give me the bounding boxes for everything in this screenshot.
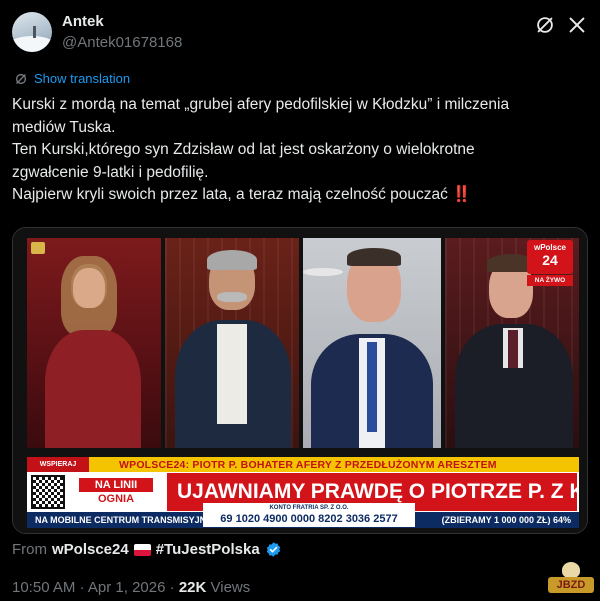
tweet-line: Kurski z mordą na temat „grubej afery pe… [12, 96, 510, 113]
source-name-link[interactable]: wPolsce24 [52, 541, 129, 558]
live-badge: NA ŻYWO [527, 275, 573, 286]
channel-corner-logo [31, 242, 45, 254]
program-name-line-2: OGNIA [79, 492, 153, 506]
source-from-label: From [12, 541, 47, 558]
author-avatar[interactable] [12, 12, 52, 52]
support-label: WSPIERAJ wPolsce24 [27, 457, 89, 483]
wpolsce24-logo: wPolsce 24 [527, 240, 573, 274]
tweet-date[interactable]: Apr 1, 2026 [88, 579, 166, 596]
show-translation-label[interactable]: Show translation [34, 71, 130, 86]
poland-flag-icon [133, 543, 151, 556]
source-hashtag-link[interactable]: #TuJestPolska [156, 541, 260, 558]
video-panel-host [27, 238, 161, 448]
program-name-line-1: NA LINII [79, 478, 153, 492]
tweet-line: Ten Kurski,którego syn Zdzisław od lat j… [12, 141, 475, 158]
tweet-header: Antek @Antek01678168 [12, 12, 588, 56]
verified-badge-icon [266, 542, 280, 557]
grok-icon[interactable] [534, 14, 556, 36]
views-label: Views [210, 579, 251, 596]
views-count: 22K [178, 579, 207, 596]
jbzd-watermark: JBZD [548, 562, 594, 596]
account-number: 69 1020 4900 0000 8202 3036 2577 [220, 513, 398, 525]
tweet-line: zgwałcenie 9-latki i pedofilię. [12, 163, 209, 181]
skull-icon [562, 562, 580, 578]
author-display-name[interactable]: Antek [62, 13, 104, 30]
ticker-bottom-bar: NA MOBILNE CENTRUM TRANSMISYJNE KONTO FR… [27, 503, 579, 528]
tv-screenshot: wPolsce 24 NA ŻYWO WSPIERAJ wPolsce24 WP… [13, 228, 587, 533]
bank-account-box: KONTO FRATRIA SP. Z O.O. 69 1020 4900 00… [203, 503, 415, 527]
meta-separator: · [169, 579, 179, 596]
brand-line-2: 24 [542, 252, 558, 268]
tweet-line: Najpierw kryli swoich przez lata, a tera… [12, 184, 592, 207]
mobile-center-text: NA MOBILNE CENTRUM TRANSMISYJNE [35, 515, 213, 525]
tweet-line-text: Najpierw kryli swoich przez lata, a tera… [12, 186, 448, 203]
fundraising-status: (ZBIERAMY 1 000 000 ZŁ) 64% [441, 515, 571, 525]
video-panel-guest-1 [165, 238, 299, 448]
program-logo: NA LINII OGNIA [73, 475, 159, 509]
ticker-headline: WPOLSCE24: PIOTR P. BOHATER AFERY Z PRZE… [119, 458, 497, 471]
qr-code-icon [31, 475, 65, 509]
meta-separator: · [79, 579, 88, 596]
source-line: From wPolsce24 #TuJestPolska [12, 541, 282, 558]
grok-small-icon [15, 73, 27, 84]
tweet-line: mediów Tuska. [12, 118, 116, 136]
tweet-media[interactable]: wPolsce 24 NA ŻYWO WSPIERAJ wPolsce24 WP… [12, 227, 588, 534]
tweet-meta: 10:50 AM · Apr 1, 2026 · 22K Views [12, 579, 250, 596]
tweet-text: Kurski z mordą na temat „grubej afery pe… [12, 94, 592, 207]
account-label: KONTO FRATRIA SP. Z O.O. [269, 505, 349, 511]
close-icon[interactable] [566, 14, 588, 36]
watermark-text: JBZD [548, 577, 594, 593]
tweet-time[interactable]: 10:50 AM [12, 579, 75, 596]
author-handle[interactable]: @Antek01678168 [62, 34, 182, 51]
show-translation-link[interactable]: Show translation [14, 71, 130, 86]
double-exclamation-emoji: ‼️ [452, 186, 471, 203]
ticker-top-bar: WSPIERAJ wPolsce24 WPOLSCE24: PIOTR P. B… [27, 457, 579, 483]
video-panel-guest-2 [303, 238, 441, 448]
